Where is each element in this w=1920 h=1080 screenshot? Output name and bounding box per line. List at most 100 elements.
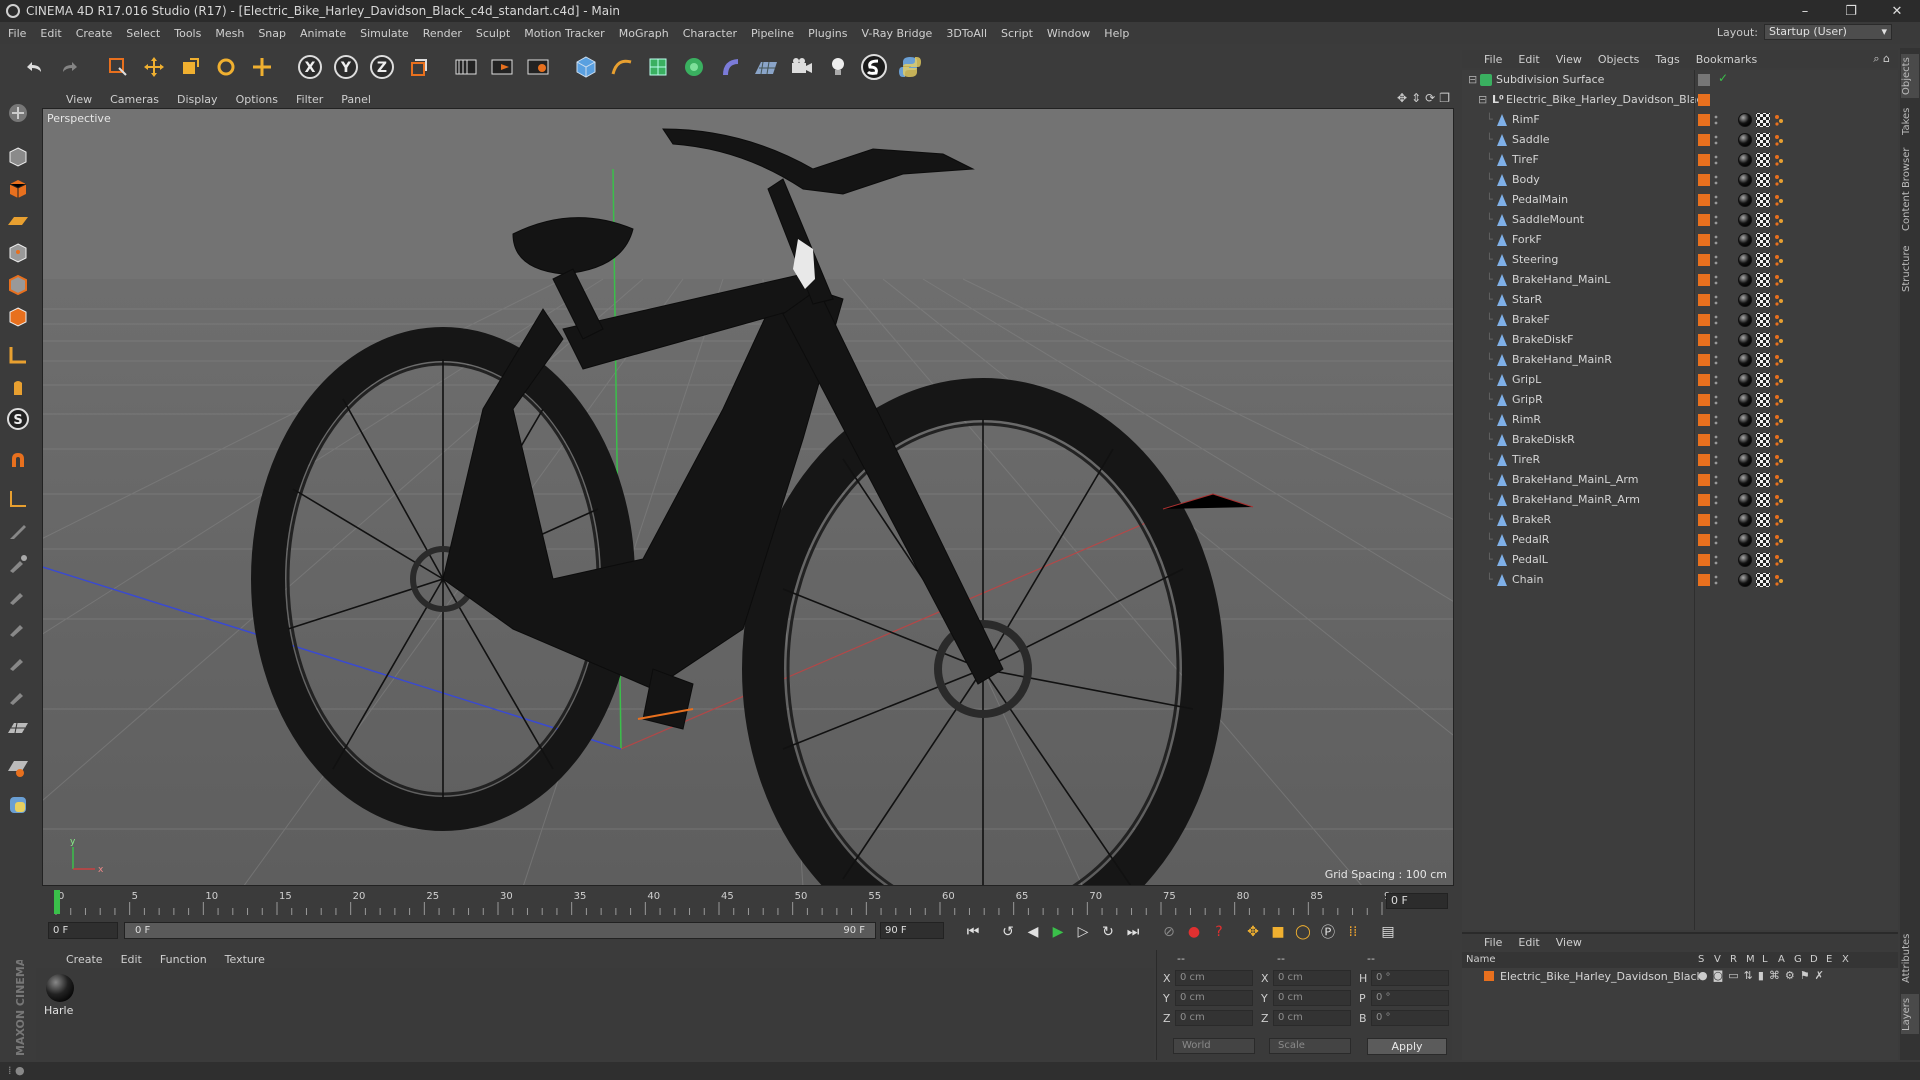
object-row[interactable]: └ BrakeHand_MainR [1462,350,1898,370]
cube-primitive-icon[interactable] [570,51,602,83]
expand-toggle-icon[interactable]: ⊟ [1478,93,1487,106]
texture-tag-icon[interactable] [1756,113,1770,127]
texture-tag-icon[interactable] [1756,573,1770,587]
visibility-dots-icon[interactable] [1714,354,1718,366]
maximize-view-icon[interactable]: ❐ [1439,91,1450,105]
lm-col-s[interactable]: S [1698,954,1704,965]
material-tag-icon[interactable] [1738,273,1752,287]
texture-tag-icon[interactable] [1756,273,1770,287]
coordinate-system-icon[interactable] [402,51,434,83]
apply-button[interactable]: Apply [1367,1038,1447,1055]
lm-col-r[interactable]: R [1730,954,1737,965]
extrude-icon[interactable] [3,580,33,610]
brush-icon[interactable] [3,548,33,578]
material-tag-icon[interactable] [1738,413,1752,427]
playhead[interactable] [54,890,60,914]
texture-tag-icon[interactable] [1756,213,1770,227]
material-tag-icon[interactable] [1738,493,1752,507]
object-row[interactable]: └ Saddle [1462,130,1898,150]
material-tag-icon[interactable] [1738,233,1752,247]
tab-structure[interactable]: Structure [1901,242,1919,296]
light-icon[interactable] [822,51,854,83]
om-menu-edit[interactable]: Edit [1518,53,1539,66]
expand-toggle-icon[interactable]: ⊟ [1468,73,1477,86]
array-mograph-icon[interactable] [678,51,710,83]
enabled-check-icon[interactable]: ✓ [1718,71,1728,85]
object-row[interactable]: └ ForkF [1462,230,1898,250]
python-console-icon[interactable] [3,790,33,820]
workplane-icon[interactable] [3,206,33,236]
material-tag-icon[interactable] [1738,113,1752,127]
render-view-icon[interactable] [450,51,482,83]
texture-tag-icon[interactable] [1756,553,1770,567]
texture-tag-icon[interactable] [1756,313,1770,327]
menu-plugins[interactable]: Plugins [808,27,847,40]
lm-col-m[interactable]: M [1746,954,1755,965]
uvw-tag-icon[interactable] [1774,494,1784,506]
material-menu-function[interactable]: Function [160,953,207,966]
close-icon[interactable]: ✕ [1874,0,1920,22]
material-menu-texture[interactable]: Texture [225,953,265,966]
key-parameter-icon[interactable]: Ⓟ [1317,921,1339,943]
coord-rot-p-field[interactable]: 0 ° [1371,990,1449,1006]
material-tag-icon[interactable] [1738,573,1752,587]
material-tag-icon[interactable] [1738,173,1752,187]
texture-tag-icon[interactable] [1756,133,1770,147]
viewport-menu-panel[interactable]: Panel [341,93,371,106]
menu-sculpt[interactable]: Sculpt [476,27,510,40]
object-row[interactable]: └ RimF [1462,110,1898,130]
object-row[interactable]: └ BrakeF [1462,310,1898,330]
visibility-dots-icon[interactable] [1714,134,1718,146]
previous-frame-icon[interactable]: ◀ [1022,921,1044,943]
bevel-icon[interactable] [3,612,33,642]
bridge-icon[interactable] [3,646,33,676]
lm-col-g[interactable]: G [1794,954,1802,965]
texture-tag-icon[interactable] [1756,453,1770,467]
pan-icon[interactable]: ✥ [1397,91,1407,105]
texture-tag-icon[interactable] [1756,173,1770,187]
object-row[interactable]: └ BrakeR [1462,510,1898,530]
visibility-dots-icon[interactable] [1714,474,1718,486]
menu-help[interactable]: Help [1104,27,1129,40]
material-tag-icon[interactable] [1738,533,1752,547]
texture-tag-icon[interactable] [1756,353,1770,367]
menu-script[interactable]: Script [1001,27,1033,40]
plane-lock-icon[interactable] [3,752,33,782]
keyframe-selection-icon[interactable]: ? [1208,921,1230,943]
menu-tools[interactable]: Tools [174,27,201,40]
go-to-end-icon[interactable]: ⏭ [1122,921,1144,943]
object-row[interactable]: └ GripL [1462,370,1898,390]
next-frame-icon[interactable]: ▷ [1072,921,1094,943]
visibility-dots-icon[interactable] [1714,194,1718,206]
material-tag-icon[interactable] [1738,473,1752,487]
maximize-icon[interactable]: ❐ [1828,0,1874,22]
uvw-tag-icon[interactable] [1774,414,1784,426]
tab-attributes[interactable]: Attributes [1901,928,1919,988]
uvw-tag-icon[interactable] [1774,174,1784,186]
uvw-tag-icon[interactable] [1774,534,1784,546]
visibility-dots-icon[interactable] [1714,434,1718,446]
points-mode-icon[interactable] [3,238,33,268]
start-frame-field[interactable]: 0 F [48,922,118,939]
object-row[interactable]: └ BrakeDiskF [1462,330,1898,350]
rotate-icon[interactable] [210,51,242,83]
menu-create[interactable]: Create [76,27,113,40]
uvw-tag-icon[interactable] [1774,354,1784,366]
om-menu-tags[interactable]: Tags [1655,53,1679,66]
menu-character[interactable]: Character [683,27,737,40]
uvw-tag-icon[interactable] [1774,214,1784,226]
coord-pos-x-field[interactable]: 0 cm [1175,970,1253,986]
texture-tag-icon[interactable] [1756,393,1770,407]
object-row-bike-group[interactable]: ⊟ L⁰ Electric_Bike_Harley_Davidson_Black [1462,90,1898,110]
axis-mode-icon[interactable] [3,340,33,370]
material-tag-icon[interactable] [1738,333,1752,347]
coord-size-y-field[interactable]: 0 cm [1273,990,1351,1006]
visibility-dots-icon[interactable] [1714,154,1718,166]
texture-tag-icon[interactable] [1756,493,1770,507]
object-row[interactable]: └ BrakeHand_MainL [1462,270,1898,290]
lm-col-e[interactable]: E [1826,954,1832,965]
om-menu-objects[interactable]: Objects [1598,53,1640,66]
texture-tag-icon[interactable] [1756,473,1770,487]
lm-col-d[interactable]: D [1810,954,1818,965]
edges-mode-icon[interactable] [3,270,33,300]
